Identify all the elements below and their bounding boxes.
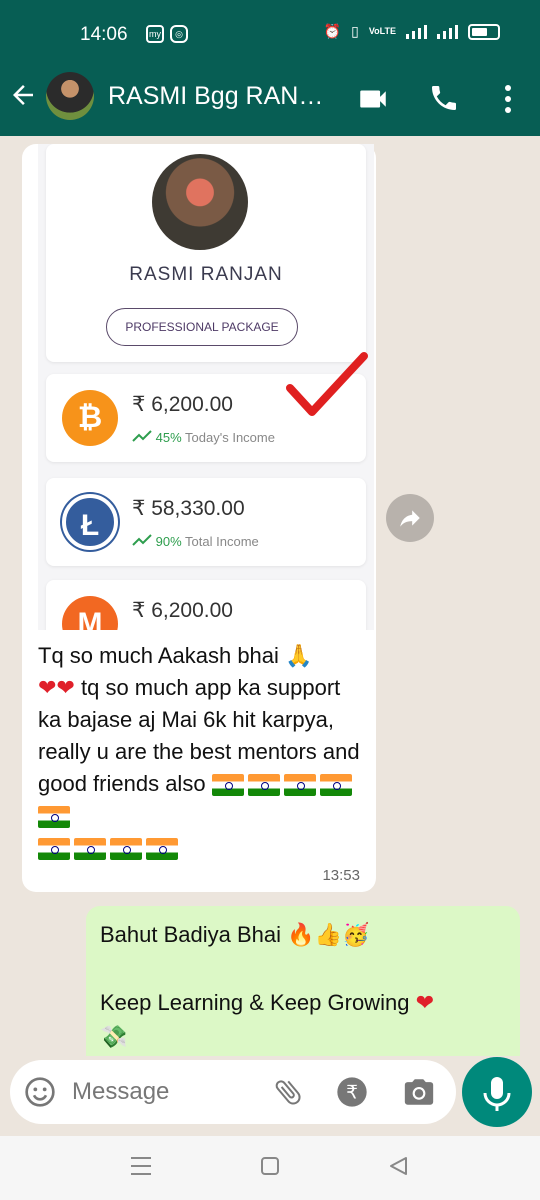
red-checkmark-icon <box>286 352 368 416</box>
income-label: Today's Income <box>185 430 275 445</box>
message-input[interactable] <box>72 1070 262 1114</box>
money-emoji: 💸 <box>100 1024 128 1049</box>
home-square-icon[interactable] <box>260 1156 280 1182</box>
voice-call-icon[interactable] <box>428 82 460 119</box>
profile-photo <box>152 154 248 250</box>
income-amount: ₹ 6,200.00 <box>132 393 233 416</box>
mic-button[interactable] <box>462 1057 532 1127</box>
more-options-icon[interactable] <box>496 82 520 121</box>
recents-menu-icon[interactable] <box>130 1156 152 1182</box>
svg-text:₹: ₹ <box>346 1083 358 1104</box>
signal-2-icon <box>437 24 458 39</box>
vibrate-icon: ▯ <box>351 23 359 39</box>
party-face-emoji: 🥳 <box>341 922 370 947</box>
red-heart-emoji: ❤❤ <box>38 675 75 700</box>
contact-avatar[interactable] <box>46 72 94 120</box>
profile-name: RASMI RANJAN <box>129 264 283 285</box>
forward-icon[interactable] <box>386 494 434 542</box>
income-subtitle: 90% Total Income <box>132 534 259 549</box>
alarm-icon: ⏰ <box>323 23 342 39</box>
income-percent: 45% <box>155 430 182 445</box>
income-amount: ₹ 58,330.00 <box>132 497 245 520</box>
income-percent: 90% <box>155 534 182 549</box>
income-label: Total Income <box>185 534 259 549</box>
battery-icon <box>468 23 500 40</box>
app-notification-icon: my <box>146 25 164 43</box>
camera-icon[interactable] <box>402 1076 436 1113</box>
message-line: Bahut Badiya Bhai <box>100 922 282 947</box>
litecoin-icon: Ł <box>62 494 118 550</box>
red-heart-emoji: ❤ <box>415 990 434 1015</box>
income-amount: ₹ 6,200.00 <box>132 599 233 622</box>
instagram-icon: ◎ <box>170 25 188 43</box>
chat-header: RASMI Bgg RAN… <box>0 68 540 136</box>
fire-emoji: 🔥 <box>287 922 315 947</box>
incoming-message[interactable]: RASMI RANJAN PROFESSIONAL PACKAGE ₿ ₹ 6,… <box>22 144 376 892</box>
attach-icon[interactable] <box>272 1076 304 1113</box>
contact-name[interactable]: RASMI Bgg RAN… <box>108 82 323 111</box>
income-card: Ł ₹ 58,330.00 90% Total Income <box>46 478 366 566</box>
volte-label: VoLTE <box>368 26 396 36</box>
income-card: M ₹ 6,200.00 <box>46 580 366 630</box>
trend-up-icon <box>132 430 152 442</box>
message-line: Keep Learning & Keep Growing <box>100 990 410 1015</box>
incoming-message-text: Tq so much Aakash bhai 🙏 ❤❤ tq so much a… <box>38 640 368 864</box>
bitcoin-icon: ₿ <box>62 390 118 446</box>
video-call-icon[interactable] <box>356 82 390 121</box>
india-flag-emoji <box>38 835 182 861</box>
profile-card: RASMI RANJAN PROFESSIONAL PACKAGE <box>46 144 366 362</box>
rupee-payment-icon[interactable]: ₹ <box>336 1076 368 1113</box>
signal-icon <box>406 24 427 39</box>
message-composer: ₹ <box>10 1060 456 1124</box>
status-bar: 14:06 my ◎ ⏰ ▯ VoLTE <box>0 0 540 68</box>
message-time: 13:53 <box>322 867 360 884</box>
emoji-icon[interactable] <box>24 1076 56 1113</box>
trend-up-icon <box>132 534 152 546</box>
chat-area[interactable]: RASMI RANJAN PROFESSIONAL PACKAGE ₿ ₹ 6,… <box>0 136 540 1056</box>
outgoing-message-text: Bahut Badiya Bhai 🔥👍🥳 Keep Learning & Ke… <box>100 918 510 1054</box>
status-time: 14:06 <box>80 24 128 45</box>
system-nav-bar <box>0 1136 540 1200</box>
back-arrow-icon[interactable] <box>8 80 38 118</box>
thumbs-up-emoji: 👍 <box>314 922 342 947</box>
folded-hands-emoji: 🙏 <box>285 643 313 668</box>
back-triangle-icon[interactable] <box>388 1156 408 1182</box>
outgoing-message[interactable]: Bahut Badiya Bhai 🔥👍🥳 Keep Learning & Ke… <box>86 906 520 1056</box>
shared-screenshot-image[interactable]: RASMI RANJAN PROFESSIONAL PACKAGE ₿ ₹ 6,… <box>38 144 374 630</box>
message-line: Tq so much Aakash bhai <box>38 643 279 668</box>
mic-icon <box>483 1077 511 1111</box>
income-subtitle: 45% Today's Income <box>132 430 275 445</box>
monero-icon: M <box>62 596 118 630</box>
professional-package-button: PROFESSIONAL PACKAGE <box>106 308 298 346</box>
